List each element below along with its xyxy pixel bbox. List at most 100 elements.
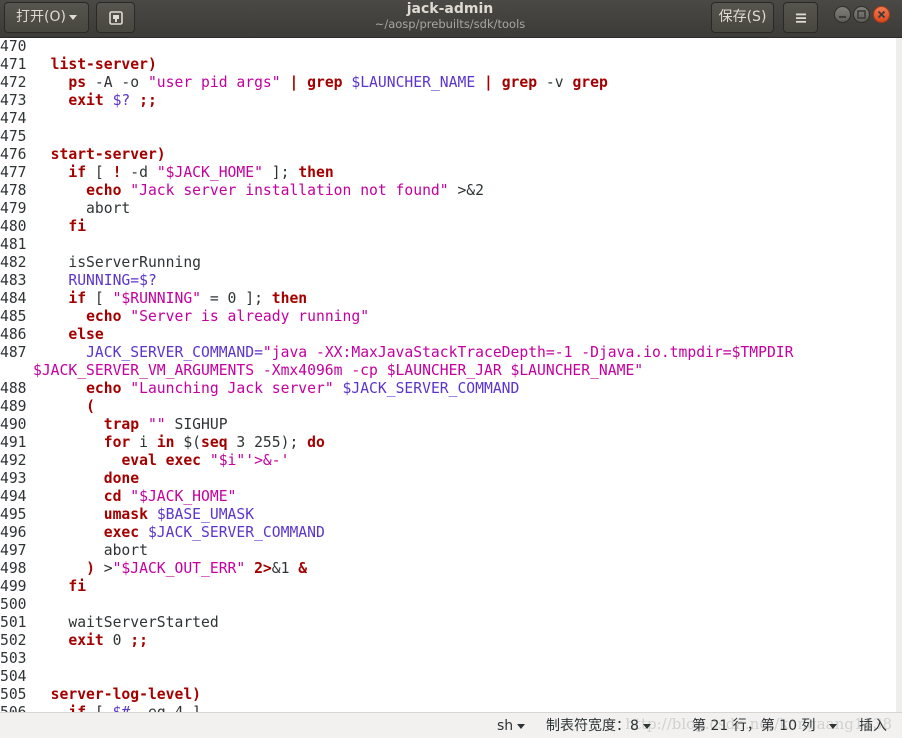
maximize-button[interactable] [853, 6, 870, 23]
code-line[interactable]: 492 eval exec "$i"'>&-' [0, 452, 896, 470]
line-number: 502 [0, 632, 27, 649]
code-token: ( [86, 398, 95, 415]
code-token: = 0 ]; [201, 290, 272, 307]
code-token: if [68, 164, 87, 181]
code-text: if [ $# -eq 4 ] [33, 704, 201, 712]
code-line[interactable]: 494 cd "$JACK_HOME" [0, 488, 896, 506]
line-number: 481 [0, 236, 27, 253]
code-text: $JACK_SERVER_VM_ARGUMENTS -Xmx4096m -cp … [33, 362, 643, 380]
code-line[interactable]: 501 waitServerStarted [0, 614, 896, 632]
code-token: 0 [103, 632, 131, 649]
minimize-button[interactable] [834, 6, 851, 23]
insert-mode-indicator[interactable]: 插入 [859, 716, 887, 736]
document-pin-icon [108, 11, 123, 25]
code-line[interactable]: 487 JACK_SERVER_COMMAND="java -XX:MaxJav… [0, 344, 896, 362]
hamburger-menu-button[interactable] [783, 2, 818, 33]
code-line[interactable]: 482 isServerRunning [0, 254, 896, 272]
code-line[interactable]: 470 [0, 38, 896, 56]
code-line[interactable]: 502 exit 0 ;; [0, 632, 896, 650]
code-token: >&2 [448, 182, 484, 199]
code-text: exit 0 ;; [33, 632, 148, 650]
line-number: 479 [0, 200, 27, 217]
save-button[interactable]: 保存(S) [711, 2, 774, 33]
code-line[interactable]: 488 echo "Launching Jack server" $JACK_S… [0, 380, 896, 398]
status-bar: http://blog.csdn.net/kongaang1438 sh 制表符… [0, 712, 902, 738]
code-text: ( [33, 398, 95, 416]
editor-scrollbar[interactable] [896, 38, 902, 712]
code-line[interactable]: $JACK_SERVER_VM_ARGUMENTS -Xmx4096m -cp … [0, 362, 896, 380]
line-number: 497 [0, 542, 27, 559]
code-token: -eq 4 ] [130, 704, 201, 712]
code-line[interactable]: 497 abort [0, 542, 896, 560]
code-token: for [103, 434, 131, 451]
code-token: isServerRunning [33, 254, 202, 271]
code-line[interactable]: 489 ( [0, 398, 896, 416]
language-selector[interactable]: sh [497, 716, 526, 736]
code-token: 2> [254, 560, 272, 577]
code-token: RUNNING=$? [68, 272, 157, 289]
close-button[interactable] [873, 6, 890, 23]
code-line[interactable]: 490 trap "" SIGHUP [0, 416, 896, 434]
code-line[interactable]: 503 [0, 650, 896, 668]
code-line[interactable]: 506 if [ $# -eq 4 ] [0, 704, 896, 712]
code-token: [ [86, 704, 113, 712]
code-token: fi [68, 218, 87, 235]
code-line[interactable]: 496 exec $JACK_SERVER_COMMAND [0, 524, 896, 542]
code-token: ps [68, 74, 87, 91]
code-line[interactable]: 481 [0, 236, 896, 254]
chevron-down-icon [829, 723, 838, 729]
hamburger-menu-icon [795, 13, 806, 23]
code-text: done [33, 470, 139, 488]
code-token: | [484, 74, 493, 91]
code-line[interactable]: 472 ps -A -o "user pid args" | grep $LAU… [0, 74, 896, 92]
code-line[interactable]: 474 [0, 110, 896, 128]
chevron-down-icon [68, 14, 77, 20]
code-line[interactable]: 475 [0, 128, 896, 146]
code-line[interactable]: 484 if [ "$RUNNING" = 0 ]; then [0, 290, 896, 308]
code-line[interactable]: 500 [0, 596, 896, 614]
code-line[interactable]: 473 exit $? ;; [0, 92, 896, 110]
code-line[interactable]: 478 echo "Jack server installation not f… [0, 182, 896, 200]
code-line[interactable]: 491 for i in $(seq 3 255); do [0, 434, 896, 452]
code-line[interactable]: 476 start-server) [0, 146, 896, 164]
code-line[interactable]: 499 fi [0, 578, 896, 596]
code-line[interactable]: 485 echo "Server is already running" [0, 308, 896, 326]
window-subtitle: ~/aosp/prebuilts/sdk/tools [374, 17, 526, 31]
code-line[interactable]: 483 RUNNING=$? [0, 272, 896, 290]
line-number: 504 [0, 668, 27, 685]
code-token: & [298, 560, 308, 577]
open-button[interactable]: 打开(O) [4, 2, 89, 33]
code-token: waitServerStarted [33, 614, 219, 631]
code-line[interactable]: 504 [0, 668, 896, 686]
code-token: $JACK_SERVER_COMMAND [147, 524, 325, 541]
code-line[interactable]: 505 server-log-level) [0, 686, 896, 704]
line-number: 494 [0, 488, 27, 505]
tab-width-selector[interactable]: 制表符宽度：8 [546, 716, 651, 736]
line-number: 503 [0, 650, 27, 667]
code-token: "$JACK_HOME" [156, 164, 263, 181]
code-line[interactable]: 498 ) >"$JACK_OUT_ERR" 2>&1 & [0, 560, 896, 578]
code-token: $JACK_SERVER_VM_ARGUMENTS -Xmx4096m -cp … [33, 362, 644, 379]
code-editor[interactable]: 470 471 list-server) 472 ps -A -o "user pi… [0, 38, 896, 712]
code-line[interactable]: 480 fi [0, 218, 896, 236]
code-line[interactable]: 486 else [0, 326, 896, 344]
code-line[interactable]: 471 list-server) [0, 56, 896, 74]
code-line[interactable]: 479 abort [0, 200, 896, 218]
code-line[interactable]: 495 umask $BASE_UMASK [0, 506, 896, 524]
cursor-position-selector[interactable]: 第 21 行，第 10 列 [692, 716, 838, 736]
new-tab-button[interactable] [96, 2, 135, 33]
code-line[interactable]: 477 if [ ! -d "$JACK_HOME" ]; then [0, 164, 896, 182]
line-number: 500 [0, 596, 27, 613]
code-line[interactable]: 493 done [0, 470, 896, 488]
code-text: ) >"$JACK_OUT_ERR" 2>&1 & [33, 560, 307, 578]
code-token: [ [86, 164, 113, 181]
